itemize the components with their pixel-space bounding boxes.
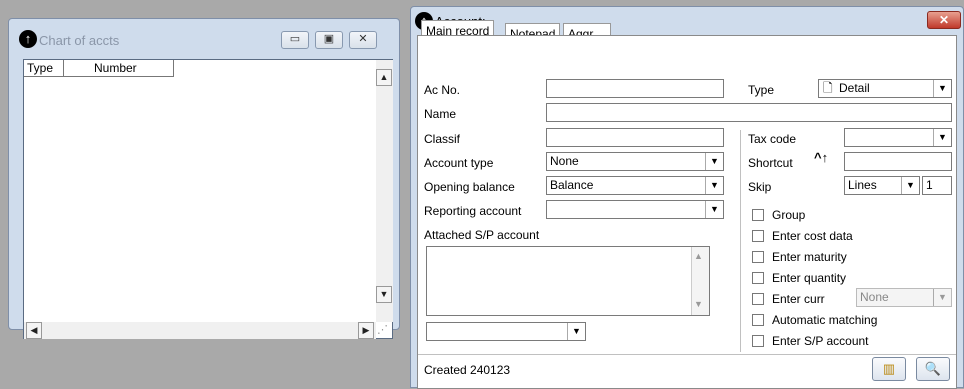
resize-grip-icon[interactable]: ⋰: [377, 323, 393, 339]
tax-code-select[interactable]: ▼: [844, 128, 952, 147]
chevron-down-icon: ▼: [901, 177, 919, 194]
skip-select[interactable]: Lines ▼: [844, 176, 920, 195]
enter-curr-value: None: [860, 290, 889, 304]
app-icon: ↑: [19, 30, 37, 48]
enter-sp-account-checkbox[interactable]: [752, 335, 764, 347]
attached-sp-label: Attached S/P account: [424, 228, 540, 242]
vertical-scrollbar[interactable]: ▲ ▼: [376, 60, 393, 322]
chevron-down-icon: ▼: [933, 129, 951, 146]
status-text: Created 240123: [424, 363, 511, 377]
automatic-matching-label: Automatic matching: [772, 313, 878, 327]
document-icon: 🗋: [823, 81, 833, 95]
horizontal-scrollbar[interactable]: ◀ ▶: [24, 322, 376, 339]
reporting-account-select[interactable]: ▼: [546, 200, 724, 219]
skip-count-input[interactable]: 1: [922, 176, 952, 195]
document-search-icon: 🔍: [924, 361, 942, 376]
accounts-list[interactable]: Type Number ▲ ▼ ◀ ▶ ⋰: [23, 59, 393, 339]
enter-curr-label: Enter curr: [772, 292, 825, 306]
restore-button[interactable]: ▣: [315, 31, 343, 49]
status-divider: [418, 354, 956, 355]
chevron-down-icon: ▼: [567, 323, 585, 340]
classif-label: Classif: [424, 132, 461, 146]
shortcut-arrow-icon: ^↑: [814, 150, 829, 165]
classif-input[interactable]: [546, 128, 724, 147]
window-title: Chart of accts: [39, 33, 120, 48]
chart-report-icon: ▥: [882, 361, 896, 376]
reporting-account-label: Reporting account: [424, 204, 522, 218]
enter-sp-account-label: Enter S/P account: [772, 334, 869, 348]
opening-balance-select[interactable]: Balance ▼: [546, 176, 724, 195]
chart-of-accounts-window: ↑ Chart of accts ▭ ▣ ✕ Type Number ▲ ▼ ◀…: [8, 18, 400, 339]
main-record-panel: Ac No. Type 🗋 Detail ▼ Name Classif Tax …: [417, 35, 957, 389]
tax-code-label: Tax code: [748, 132, 797, 146]
opening-balance-value: Balance: [550, 178, 594, 192]
name-input[interactable]: [546, 103, 952, 122]
document-search-button[interactable]: 🔍: [916, 357, 950, 381]
chart-report-button[interactable]: ▥: [872, 357, 906, 381]
checkbox-row-quantity[interactable]: Enter quantity: [752, 269, 952, 287]
minimize-button[interactable]: ▭: [281, 31, 309, 49]
shortcut-input[interactable]: [844, 152, 952, 171]
attached-sp-textarea[interactable]: ▲ ▼: [426, 246, 710, 316]
close-button[interactable]: ✕: [349, 31, 377, 49]
enter-quantity-checkbox[interactable]: [752, 272, 764, 284]
textarea-scrollbar[interactable]: ▲ ▼: [691, 247, 709, 315]
group-checkbox[interactable]: [752, 209, 764, 221]
skip-label: Skip: [748, 180, 772, 194]
column-header-number[interactable]: Number: [64, 60, 174, 77]
checkbox-row-sp-account[interactable]: Enter S/P account: [752, 332, 952, 350]
checkbox-row-maturity[interactable]: Enter maturity: [752, 248, 952, 266]
name-label: Name: [424, 107, 457, 121]
type-value: Detail: [839, 81, 870, 95]
type-label: Type: [748, 83, 775, 97]
enter-curr-checkbox[interactable]: [752, 293, 764, 305]
ac-no-input[interactable]: [546, 79, 724, 98]
chevron-down-icon: ▼: [705, 177, 723, 194]
chevron-down-icon: ▼: [705, 201, 723, 218]
account-window: ↑ Account: ✕ Main record Notepad Aggr Ac…: [410, 6, 964, 389]
shortcut-label: Shortcut: [748, 156, 793, 170]
scroll-up-icon[interactable]: ▲: [376, 69, 392, 86]
chevron-down-icon: ▼: [705, 153, 723, 170]
automatic-matching-checkbox[interactable]: [752, 314, 764, 326]
checkbox-row-matching[interactable]: Automatic matching: [752, 311, 952, 329]
enter-cost-data-checkbox[interactable]: [752, 230, 764, 242]
scroll-down-icon[interactable]: ▼: [694, 299, 703, 309]
close-button[interactable]: ✕: [927, 11, 961, 29]
checkbox-row-cost-data[interactable]: Enter cost data: [752, 227, 952, 245]
account-type-select[interactable]: None ▼: [546, 152, 724, 171]
scroll-up-icon[interactable]: ▲: [694, 251, 703, 261]
type-select[interactable]: 🗋 Detail ▼: [818, 79, 952, 98]
skip-value: Lines: [848, 178, 877, 192]
attached-sp-select[interactable]: ▼: [426, 322, 586, 341]
enter-cost-data-label: Enter cost data: [772, 229, 853, 243]
chevron-down-icon: ▼: [933, 80, 951, 97]
column-header-type[interactable]: Type: [24, 60, 64, 77]
enter-quantity-label: Enter quantity: [772, 271, 847, 285]
scroll-down-icon[interactable]: ▼: [376, 286, 392, 303]
scroll-right-icon[interactable]: ▶: [358, 322, 374, 339]
column-divider: [740, 130, 741, 352]
account-type-value: None: [550, 154, 579, 168]
account-type-label: Account type: [424, 156, 494, 170]
chevron-down-icon: ▼: [933, 289, 951, 306]
enter-curr-select[interactable]: None ▼: [856, 288, 952, 307]
checkbox-row-group[interactable]: Group: [752, 206, 952, 224]
enter-maturity-checkbox[interactable]: [752, 251, 764, 263]
ac-no-label: Ac No.: [424, 83, 461, 97]
group-label: Group: [772, 208, 806, 222]
close-icon: ✕: [938, 13, 950, 27]
enter-maturity-label: Enter maturity: [772, 250, 847, 264]
scroll-left-icon[interactable]: ◀: [26, 322, 42, 339]
opening-balance-label: Opening balance: [424, 180, 515, 194]
